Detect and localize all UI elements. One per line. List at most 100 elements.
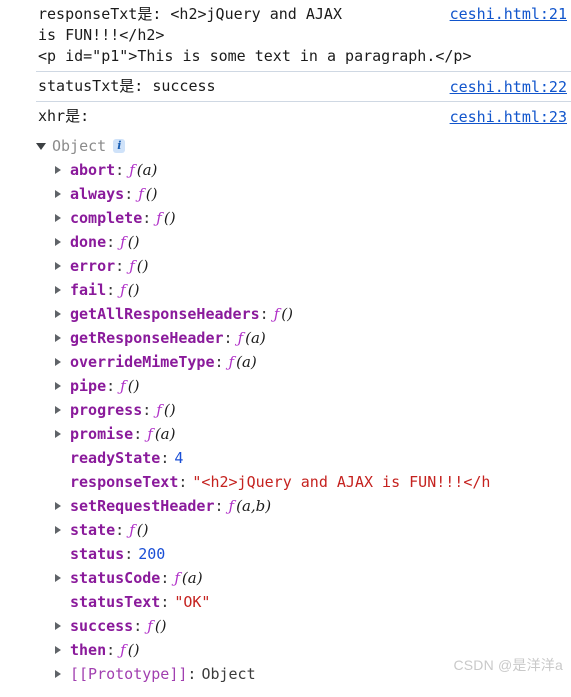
function-glyph: ƒ bbox=[129, 257, 135, 275]
chevron-right-icon[interactable] bbox=[54, 278, 66, 302]
chevron-right-icon[interactable] bbox=[54, 566, 66, 590]
function-glyph: ƒ bbox=[237, 329, 244, 347]
object-property-row[interactable]: pipe: ƒ() bbox=[36, 374, 571, 398]
function-glyph: ƒ bbox=[120, 377, 126, 395]
object-property-row[interactable]: error: ƒ() bbox=[36, 254, 571, 278]
property-key: complete bbox=[70, 209, 143, 227]
object-property-row[interactable]: complete: ƒ() bbox=[36, 206, 571, 230]
object-property-row[interactable]: promise: ƒ (a) bbox=[36, 422, 571, 446]
property-colon: : bbox=[124, 185, 134, 203]
console-log-entry: statusTxt是: success ceshi.html:22 bbox=[36, 72, 571, 102]
function-args: () bbox=[163, 401, 176, 419]
object-property-row[interactable]: readyState: 4 bbox=[36, 446, 571, 470]
property-key: state bbox=[70, 521, 116, 539]
chevron-right-icon[interactable] bbox=[54, 254, 66, 278]
property-key: abort bbox=[70, 161, 116, 179]
source-link[interactable]: ceshi.html:22 bbox=[450, 77, 567, 98]
function-glyph: ƒ bbox=[138, 185, 144, 203]
object-property-row[interactable]: status: 200 bbox=[36, 542, 571, 566]
property-value: Object bbox=[201, 665, 256, 683]
function-args: (a) bbox=[154, 425, 176, 443]
property-key: responseText bbox=[70, 473, 179, 491]
function-glyph: ƒ bbox=[147, 617, 153, 635]
source-link[interactable]: ceshi.html:21 bbox=[450, 4, 567, 25]
chevron-right-icon[interactable] bbox=[54, 182, 66, 206]
object-tree-root-row[interactable]: Object i bbox=[36, 134, 571, 158]
chevron-right-icon[interactable] bbox=[54, 422, 66, 446]
function-args: (a) bbox=[245, 329, 266, 347]
info-icon[interactable]: i bbox=[113, 139, 126, 153]
object-property-row[interactable]: state: ƒ() bbox=[36, 518, 571, 542]
object-property-row[interactable]: responseText: "<h2>jQuery and AJAX is FUN… bbox=[36, 470, 571, 494]
chevron-right-icon[interactable] bbox=[54, 302, 66, 326]
property-key: done bbox=[70, 233, 107, 251]
object-property-row[interactable]: getAllResponseHeaders: ƒ() bbox=[36, 302, 571, 326]
property-key: overrideMimeType bbox=[70, 353, 215, 371]
object-property-row[interactable]: statusText: "OK" bbox=[36, 590, 571, 614]
object-property-row[interactable]: always: ƒ() bbox=[36, 182, 571, 206]
property-key: setRequestHeader bbox=[70, 497, 215, 515]
property-colon: : bbox=[160, 449, 170, 467]
function-glyph: ƒ bbox=[129, 161, 135, 179]
function-args: () bbox=[127, 233, 140, 251]
chevron-right-icon[interactable] bbox=[54, 494, 66, 518]
chevron-right-icon[interactable] bbox=[54, 398, 66, 422]
chevron-right-icon[interactable] bbox=[54, 638, 66, 662]
function-args: () bbox=[136, 521, 149, 539]
object-property-row[interactable]: getResponseHeader: ƒ (a) bbox=[36, 326, 571, 350]
object-property-row[interactable]: statusCode: ƒ (a) bbox=[36, 566, 571, 590]
object-property-row[interactable]: [[Prototype]]: Object bbox=[36, 662, 571, 686]
object-property-row[interactable]: setRequestHeader: ƒ (a,b) bbox=[36, 494, 571, 518]
object-property-row[interactable]: success: ƒ() bbox=[36, 614, 571, 638]
chevron-right-icon[interactable] bbox=[54, 158, 66, 182]
object-property-row[interactable]: then: ƒ() bbox=[36, 638, 571, 662]
object-property-row[interactable]: fail: ƒ() bbox=[36, 278, 571, 302]
property-key: [[Prototype]] bbox=[70, 665, 188, 683]
chevron-right-icon[interactable] bbox=[54, 518, 66, 542]
chevron-right-icon[interactable] bbox=[54, 662, 66, 686]
object-property-row[interactable]: progress: ƒ() bbox=[36, 398, 571, 422]
function-args: (a) bbox=[181, 569, 203, 587]
property-value: "<h2>jQuery and AJAX is FUN!!!</h bbox=[192, 473, 491, 491]
function-glyph: ƒ bbox=[120, 641, 126, 659]
property-colon: : bbox=[142, 401, 152, 419]
property-key: pipe bbox=[70, 377, 107, 395]
function-args: (a) bbox=[236, 353, 257, 371]
object-property-row[interactable]: done: ƒ() bbox=[36, 230, 571, 254]
source-link[interactable]: ceshi.html:23 bbox=[450, 107, 567, 128]
function-glyph: ƒ bbox=[228, 353, 235, 371]
property-colon: : bbox=[259, 305, 269, 323]
devtools-console-panel: responseTxt是: <h2>jQuery and AJAX is FUN… bbox=[0, 0, 571, 686]
property-value: "OK" bbox=[174, 593, 211, 611]
function-args: () bbox=[145, 185, 158, 203]
function-glyph: ƒ bbox=[156, 401, 162, 419]
chevron-down-icon[interactable] bbox=[36, 134, 48, 158]
chevron-right-icon[interactable] bbox=[54, 374, 66, 398]
property-key: fail bbox=[70, 281, 107, 299]
chevron-right-icon[interactable] bbox=[54, 614, 66, 638]
property-colon: : bbox=[124, 545, 134, 563]
function-glyph: ƒ bbox=[156, 209, 162, 227]
object-property-row[interactable]: abort: ƒ (a) bbox=[36, 158, 571, 182]
chevron-right-icon[interactable] bbox=[54, 206, 66, 230]
property-key: error bbox=[70, 257, 116, 275]
function-glyph: ƒ bbox=[120, 233, 126, 251]
function-args: () bbox=[154, 617, 167, 635]
property-colon: : bbox=[214, 497, 224, 515]
object-property-row[interactable]: overrideMimeType: ƒ (a) bbox=[36, 350, 571, 374]
object-inspector-tree: Object i abort: ƒ (a) always: ƒ() complete: ƒ… bbox=[36, 131, 571, 686]
property-colon: : bbox=[160, 569, 170, 587]
property-key: success bbox=[70, 617, 134, 635]
function-glyph: ƒ bbox=[129, 521, 135, 539]
chevron-right-icon[interactable] bbox=[54, 350, 66, 374]
function-args: () bbox=[136, 257, 149, 275]
console-log-entry: responseTxt是: <h2>jQuery and AJAX is FUN… bbox=[36, 0, 571, 72]
chevron-right-icon[interactable] bbox=[54, 326, 66, 350]
function-glyph: ƒ bbox=[273, 305, 280, 323]
chevron-right-icon[interactable] bbox=[54, 230, 66, 254]
property-colon: : bbox=[115, 257, 125, 275]
